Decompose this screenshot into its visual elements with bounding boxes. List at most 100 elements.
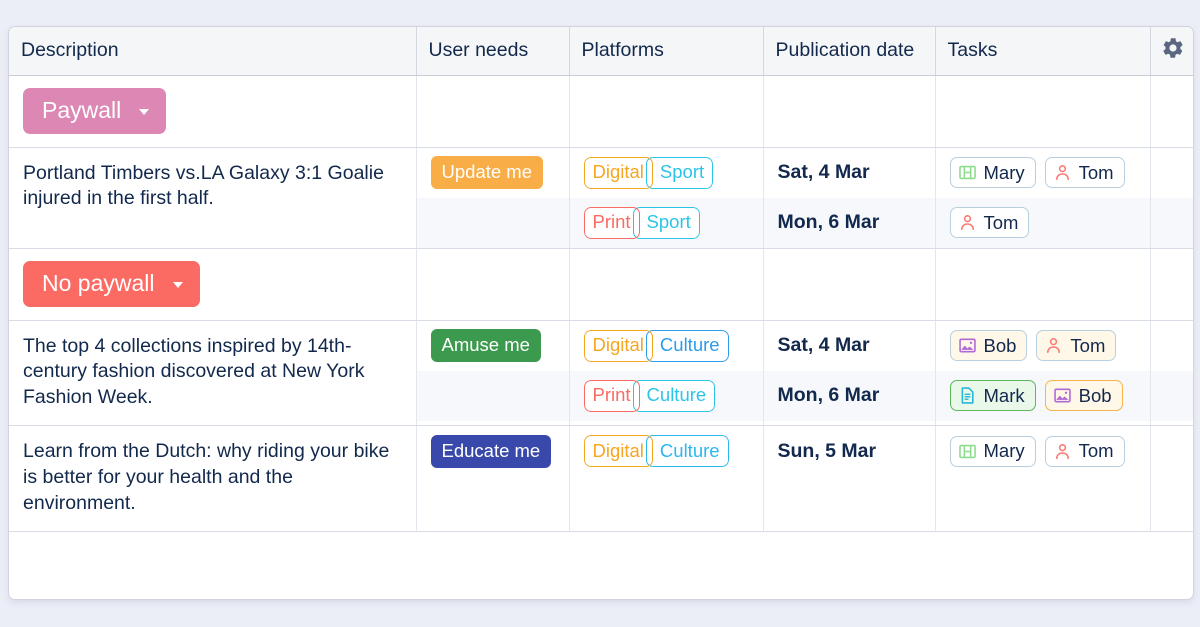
cell-tasks: Mary Tom	[935, 425, 1151, 533]
date-slot: Sun, 5 Mar	[764, 426, 935, 476]
group-empty-cell-tasks	[935, 248, 1151, 321]
cell-publication-date: Sun, 5 Mar	[763, 425, 936, 533]
task-chip-label: Bob	[983, 334, 1017, 356]
group-empty-cell-user-needs	[416, 75, 570, 148]
user-need-empty-slot	[416, 370, 569, 421]
task-chip-group: Mary Tom	[949, 157, 1125, 188]
group-empty-cell-settings	[1150, 75, 1193, 148]
platform-pill[interactable]: Digital Sport	[583, 156, 714, 189]
task-chip-label: Tom	[1070, 334, 1106, 356]
platform-segment-channel: Print	[583, 206, 640, 239]
group-empty-cell-settings	[1150, 248, 1193, 321]
task-chip-tom[interactable]: Tom	[1044, 435, 1125, 467]
task-chip-mary[interactable]: Mary	[949, 157, 1036, 188]
task-slot: Bob Tom	[936, 321, 1150, 371]
task-chip-tom[interactable]: Tom	[1044, 157, 1125, 188]
task-chip-tom[interactable]: Tom	[1036, 330, 1117, 361]
group-row: Paywall	[9, 75, 1193, 148]
cell-settings-spacer	[1150, 147, 1194, 249]
group-empty-cell-user-needs	[416, 248, 570, 321]
task-chip-label: Tom	[1078, 440, 1114, 462]
cell-user-needs: Update me	[416, 147, 570, 249]
settings-spacer-slot	[1151, 321, 1194, 371]
column-header-user-needs[interactable]: User needs	[416, 27, 570, 76]
date-slot: Mon, 6 Mar	[763, 197, 935, 248]
table-row: Portland Timbers vs.LA Galaxy 3:1 Goalie…	[9, 147, 1194, 249]
task-chip-bob[interactable]: Bob	[949, 330, 1028, 361]
task-chip-label: Mary	[983, 440, 1025, 462]
cell-user-needs: Amuse me	[416, 320, 570, 427]
platform-pill[interactable]: Digital Culture	[583, 329, 729, 362]
cell-description[interactable]: The top 4 collections inspired by 14th-c…	[9, 320, 417, 427]
task-chip-mark[interactable]: Mark	[949, 380, 1036, 411]
column-header-tasks[interactable]: Tasks	[935, 27, 1151, 76]
platform-segment-category: Culture	[645, 435, 729, 468]
column-header-publication-date[interactable]: Publication date	[763, 27, 936, 76]
platform-segment-channel: Digital	[583, 156, 653, 189]
group-empty-cell-publication-date	[763, 248, 936, 321]
image-icon	[1053, 386, 1072, 405]
platform-segment-category: Sport	[645, 156, 714, 189]
task-slot: Mary Tom	[936, 426, 1150, 476]
publication-date-value[interactable]: Mon, 6 Mar	[778, 384, 880, 407]
date-slot: Mon, 6 Mar	[763, 370, 935, 421]
group-pill-no-paywall[interactable]: No paywall	[23, 260, 200, 307]
task-chip-tom[interactable]: Tom	[949, 207, 1030, 238]
task-chip-bob[interactable]: Bob	[1044, 380, 1123, 411]
cell-publication-date: Sat, 4 Mar Mon, 6 Mar	[763, 147, 936, 249]
cell-settings-spacer	[1150, 320, 1194, 427]
cell-platforms: Digital Culture	[569, 425, 764, 533]
task-chip-label: Mark	[983, 384, 1025, 406]
platform-slot: Digital Culture	[570, 426, 763, 476]
publication-date-value[interactable]: Sat, 4 Mar	[778, 334, 870, 357]
group-pill-paywall[interactable]: Paywall	[23, 87, 167, 134]
platform-slot: Digital Sport	[570, 148, 763, 198]
date-slot: Sat, 4 Mar	[764, 321, 935, 371]
cell-platforms: Digital Culture Print Culture	[569, 320, 764, 427]
task-chip-group: Bob Tom	[949, 330, 1117, 361]
platform-segment-channel: Print	[583, 379, 640, 412]
column-header-platforms[interactable]: Platforms	[569, 27, 764, 76]
user-need-pill[interactable]: Update me	[430, 156, 543, 189]
column-header-description[interactable]: Description	[9, 27, 417, 76]
cell-tasks: Mary Tom Tom	[935, 147, 1151, 249]
user-need-pill[interactable]: Educate me	[430, 434, 552, 468]
group-pill-label: Paywall	[42, 97, 122, 123]
publication-date-value[interactable]: Sat, 4 Mar	[778, 161, 870, 184]
cell-platforms: Digital Sport Print Sport	[569, 147, 764, 249]
person-icon	[1053, 163, 1072, 182]
user-need-slot: Educate me	[417, 426, 569, 476]
task-chip-label: Mary	[983, 161, 1025, 183]
cell-publication-date: Sat, 4 Mar Mon, 6 Mar	[763, 320, 936, 427]
platform-segment-channel: Digital	[583, 329, 653, 362]
chevron-down-icon	[139, 108, 150, 115]
task-chip-mary[interactable]: Mary	[949, 435, 1036, 467]
cell-description[interactable]: Portland Timbers vs.LA Galaxy 3:1 Goalie…	[9, 147, 417, 249]
platform-slot: Print Sport	[569, 197, 763, 248]
cell-tasks: Bob Tom Mark Bob	[935, 320, 1151, 427]
group-header-cell: No paywall	[9, 248, 417, 321]
table-settings-button[interactable]	[1150, 27, 1193, 76]
platform-pill[interactable]: Print Sport	[583, 206, 700, 239]
film-icon	[958, 442, 977, 461]
publication-date-value[interactable]: Mon, 6 Mar	[778, 211, 880, 234]
platform-pill[interactable]: Print Culture	[583, 379, 716, 412]
film-icon	[958, 163, 977, 182]
image-icon	[958, 336, 977, 355]
table-row: Learn from the Dutch: why riding your bi…	[9, 425, 1193, 533]
table-row: The top 4 collections inspired by 14th-c…	[9, 320, 1194, 427]
task-chip-label: Bob	[1078, 384, 1112, 406]
platform-segment-category: Culture	[645, 329, 729, 362]
task-slot: Tom	[935, 197, 1150, 248]
platform-pill[interactable]: Digital Culture	[583, 435, 729, 468]
user-need-pill[interactable]: Amuse me	[430, 329, 541, 362]
user-need-slot: Update me	[417, 148, 569, 198]
settings-spacer-slot	[1151, 148, 1194, 198]
content-board: Description User needs Platforms Publica…	[8, 26, 1194, 600]
cell-description[interactable]: Learn from the Dutch: why riding your bi…	[9, 425, 417, 533]
task-slot: Mary Tom	[936, 148, 1150, 198]
cell-user-needs: Educate me	[416, 425, 570, 533]
publication-date-value[interactable]: Sun, 5 Mar	[778, 440, 877, 463]
group-pill-label: No paywall	[42, 270, 155, 296]
cell-settings-spacer	[1150, 425, 1193, 533]
